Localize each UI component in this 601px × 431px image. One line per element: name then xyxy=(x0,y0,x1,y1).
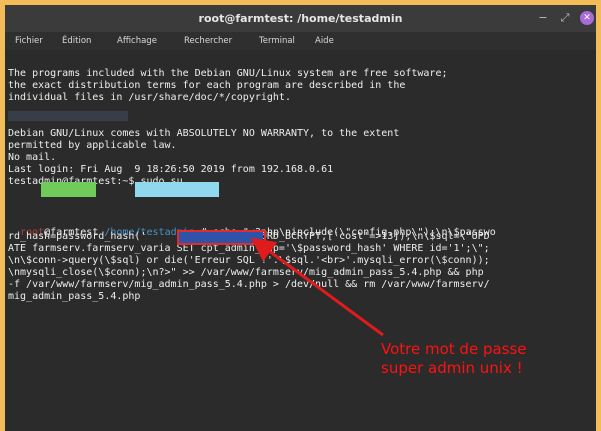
blurred-text xyxy=(8,111,128,121)
pointer-arrow xyxy=(250,237,384,337)
root-command-line: root@farmtest /home/testadmin # echo "<?… xyxy=(20,227,496,238)
annotation-line-2: super admin unix ! xyxy=(381,359,523,377)
password-highlight-box xyxy=(177,230,266,245)
minimize-icon[interactable]: − xyxy=(536,11,550,25)
red-annotation: Votre mot de passe super admin unix ! xyxy=(381,340,581,380)
close-icon[interactable]: ✕ xyxy=(580,11,594,25)
terminal-line: -f /var/www/farmserv/mig_admin_pass_5.4.… xyxy=(8,279,490,290)
terminal-line: Debian GNU/Linux comes with ABSOLUTELY N… xyxy=(8,128,400,139)
menu-view[interactable]: Affichage xyxy=(117,32,157,50)
window-title: root@farmtest: /home/testadmin xyxy=(198,12,403,25)
terminal-line: the exact distribution terms for each pr… xyxy=(8,80,406,91)
annotation-line-1: Votre mot de passe xyxy=(381,340,527,358)
maximize-icon[interactable]: ⤢ xyxy=(558,11,572,25)
menu-file[interactable]: Fichier xyxy=(15,32,43,50)
menu-search[interactable]: Rechercher xyxy=(184,32,232,50)
terminal-line: mig_admin_pass_5.4.php xyxy=(8,291,141,302)
menu-terminal[interactable]: Terminal xyxy=(259,32,295,50)
decorative-green-block xyxy=(41,182,96,197)
menu-help[interactable]: Aide xyxy=(315,32,334,50)
terminal-line: Last login: Fri Aug 9 18:26:50 2019 from… xyxy=(8,164,334,175)
terminal-line: The programs included with the Debian GN… xyxy=(8,68,448,79)
title-bar[interactable]: root@farmtest: /home/testadmin − ⤢ ✕ xyxy=(5,5,596,32)
terminal-line: permitted by applicable law. xyxy=(8,140,177,151)
decorative-cyan-block xyxy=(135,182,219,197)
menu-edit[interactable]: Édition xyxy=(62,32,91,50)
terminal-line: individual files in /usr/share/doc/*/cop… xyxy=(8,92,291,103)
terminal-line: \n\$conn->query(\$sql) or die('Erreur SQ… xyxy=(8,255,490,266)
terminal-line: No mail. xyxy=(8,152,57,163)
terminal-line: \nmysqli_close(\$conn);\n?>" >> /var/www… xyxy=(8,267,484,278)
menu-bar: Fichier Édition Affichage Rechercher Ter… xyxy=(5,32,596,50)
